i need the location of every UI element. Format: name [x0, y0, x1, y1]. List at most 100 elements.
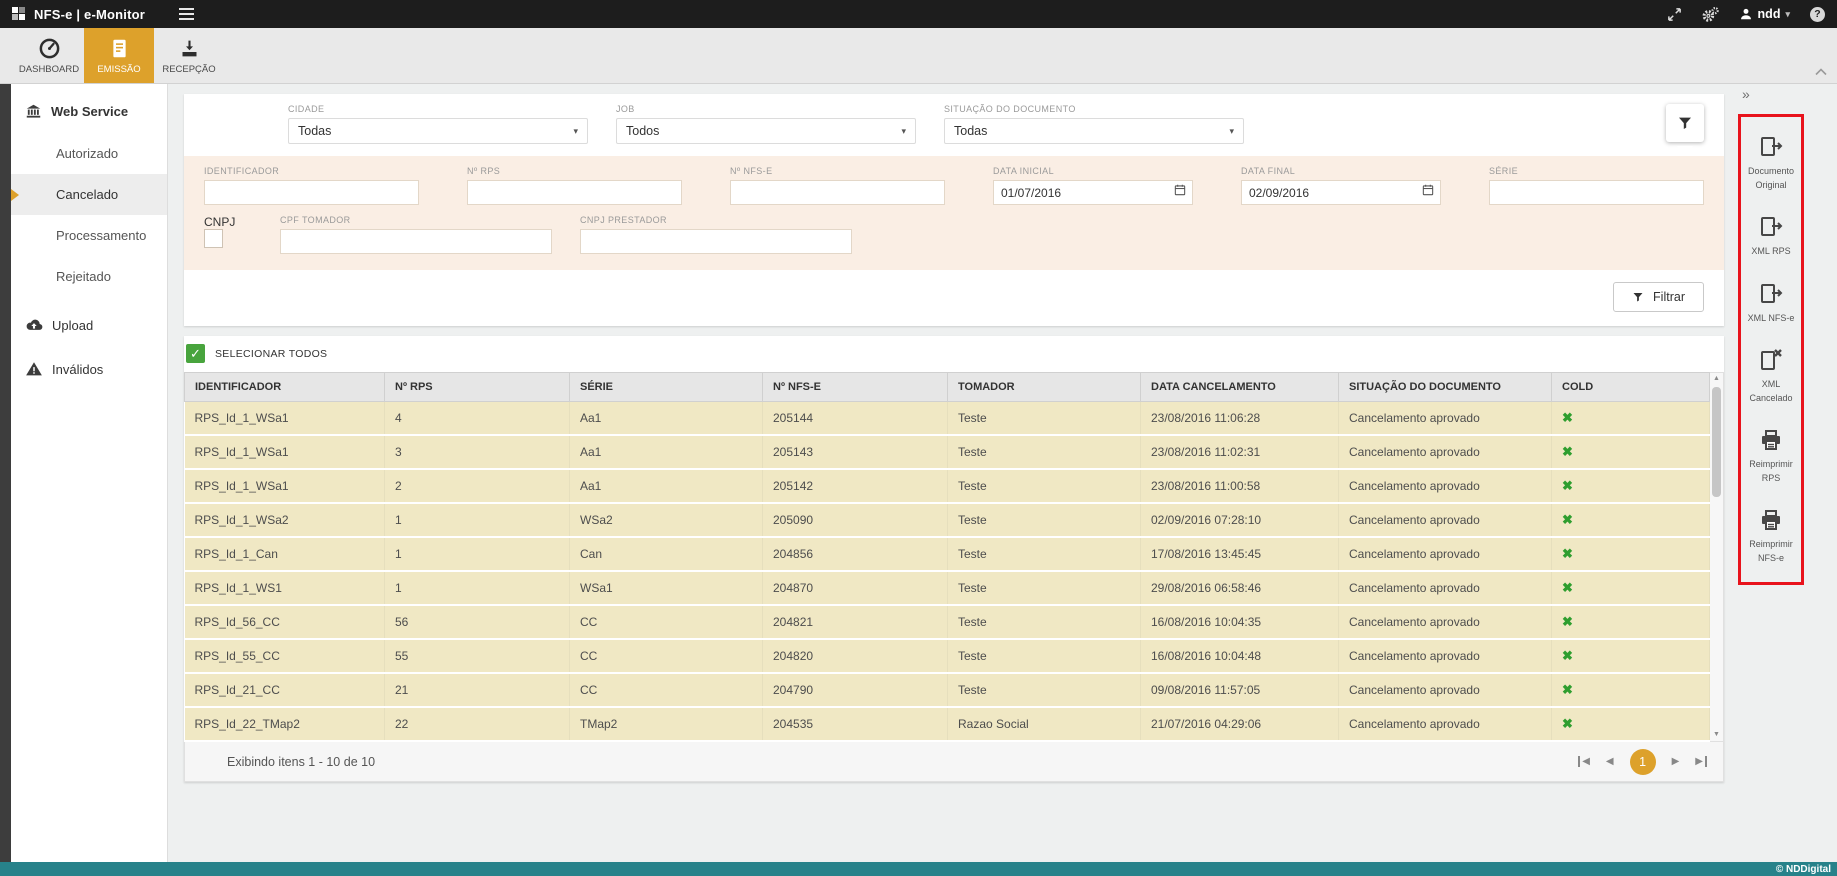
data-inicial-input[interactable]: [993, 180, 1193, 205]
column-header-nnfse[interactable]: Nº NFS-E: [763, 373, 948, 402]
table-row[interactable]: RPS_Id_1_WSa12Aa1205142Teste23/08/2016 1…: [185, 469, 1710, 503]
job-select[interactable]: JOB Todos▾: [616, 104, 916, 144]
collapse-strip-icon[interactable]: [1815, 65, 1827, 79]
table-row[interactable]: RPS_Id_1_WSa13Aa1205143Teste23/08/2016 1…: [185, 435, 1710, 469]
table-cell: Teste: [948, 673, 1141, 707]
last-page-button[interactable]: ▶: [1695, 756, 1707, 767]
cidade-select[interactable]: CIDADE Todas▾: [288, 104, 588, 144]
table-row[interactable]: RPS_Id_21_CC21CC204790Teste09/08/2016 11…: [185, 673, 1710, 707]
cpf-tomador-field: CPF TOMADOR: [280, 215, 552, 254]
cpf-tomador-input[interactable]: [280, 229, 552, 254]
table-cell: Cancelamento aprovado: [1339, 402, 1552, 436]
nnfse-input[interactable]: [730, 180, 945, 205]
table-cell: Teste: [948, 605, 1141, 639]
action-xml-nfse[interactable]: XML NFS-e: [1741, 270, 1801, 337]
select-all-checkbox[interactable]: ✓: [186, 344, 205, 363]
sidebar-item-web-service[interactable]: Web Service: [11, 90, 167, 133]
action-documento-original[interactable]: Documento Original: [1741, 123, 1801, 203]
action-xml-cancelado[interactable]: XML Cancelado: [1741, 336, 1801, 416]
table-cell: RPS_Id_21_CC: [185, 673, 385, 707]
printer-icon: [1758, 507, 1784, 533]
job-label: JOB: [616, 104, 916, 114]
sidebar-item-autorizado[interactable]: Autorizado: [11, 133, 167, 174]
cnpj-checkbox[interactable]: [204, 229, 223, 248]
table-cell: WSa1: [570, 571, 763, 605]
current-page-button[interactable]: 1: [1630, 749, 1656, 775]
results-count: Exibindo itens 1 - 10 de 10: [227, 755, 375, 769]
table-row[interactable]: RPS_Id_1_Can1Can204856Teste17/08/2016 13…: [185, 537, 1710, 571]
table-row[interactable]: RPS_Id_22_TMap222TMap2204535Razao Social…: [185, 707, 1710, 741]
cold-indicator: ✖: [1552, 673, 1710, 707]
cold-indicator: ✖: [1552, 537, 1710, 571]
sidebar-item-upload[interactable]: Upload: [11, 303, 167, 347]
tab-dashboard[interactable]: DASHBOARD: [14, 28, 84, 83]
export-document-icon: [1758, 214, 1785, 240]
job-value: Todos: [626, 124, 659, 138]
situacao-select[interactable]: SITUAÇÃO DO DOCUMENTO Todas▾: [944, 104, 1244, 144]
user-menu[interactable]: ndd ▾: [1739, 7, 1790, 21]
pagination: ◀ ◀ 1 ▶ ▶: [1578, 749, 1707, 775]
table-cell: 1: [385, 503, 570, 537]
action-xml-rps[interactable]: XML RPS: [1741, 203, 1801, 270]
action-reimprimir-nfse[interactable]: Reimprimir NFS-e: [1741, 496, 1801, 576]
actions-highlight-box: Documento Original XML RPS XML NFS-e XML…: [1738, 114, 1804, 585]
funnel-icon: [1677, 115, 1693, 131]
table-cell: 02/09/2016 07:28:10: [1141, 503, 1339, 537]
app-footer: © NDDigital: [0, 862, 1837, 876]
column-header-data-cancelamento[interactable]: DATA CANCELAMENTO: [1141, 373, 1339, 402]
table-cell: Aa1: [570, 435, 763, 469]
fullscreen-icon[interactable]: [1667, 7, 1682, 22]
rail-collapse-icon[interactable]: »: [1738, 86, 1750, 102]
tab-emissao[interactable]: EMISSÃO: [84, 28, 154, 83]
prev-page-button[interactable]: ◀: [1606, 756, 1614, 767]
cold-indicator: ✖: [1552, 469, 1710, 503]
first-page-button[interactable]: ◀: [1578, 756, 1590, 767]
cold-indicator: ✖: [1552, 435, 1710, 469]
table-cell: Cancelamento aprovado: [1339, 571, 1552, 605]
nrps-input[interactable]: [467, 180, 682, 205]
sidebar-item-cancelado[interactable]: Cancelado: [11, 174, 167, 215]
filtrar-button[interactable]: Filtrar: [1613, 282, 1704, 312]
scroll-down-icon[interactable]: ▼: [1713, 730, 1720, 740]
table-row[interactable]: RPS_Id_56_CC56CC204821Teste16/08/2016 10…: [185, 605, 1710, 639]
cnpj-prestador-input[interactable]: [580, 229, 852, 254]
column-header-identificador[interactable]: IDENTIFICADOR: [185, 373, 385, 402]
settings-gears-icon[interactable]: [1702, 6, 1719, 23]
results-panel: ✓ SELECIONAR TODOS IDENTIFICADOR Nº RPS …: [184, 336, 1724, 782]
sidebar-item-rejeitado[interactable]: Rejeitado: [11, 256, 167, 297]
table-row[interactable]: RPS_Id_1_WSa14Aa1205144Teste23/08/2016 1…: [185, 402, 1710, 436]
table-cell: Cancelamento aprovado: [1339, 673, 1552, 707]
column-header-tomador[interactable]: TOMADOR: [948, 373, 1141, 402]
tab-label: EMISSÃO: [97, 64, 140, 75]
table-cell: 205143: [763, 435, 948, 469]
scroll-thumb[interactable]: [1712, 387, 1721, 497]
identificador-input[interactable]: [204, 180, 419, 205]
table-cell: 2: [385, 469, 570, 503]
column-header-cold[interactable]: COLD: [1552, 373, 1710, 402]
filter-panel: CIDADE Todas▾ JOB Todos▾ SITUAÇÃO DO DOC…: [184, 94, 1724, 326]
table-row[interactable]: RPS_Id_55_CC55CC204820Teste16/08/2016 10…: [185, 639, 1710, 673]
table-cell: Can: [570, 537, 763, 571]
table-cell: 3: [385, 435, 570, 469]
scroll-up-icon[interactable]: ▲: [1713, 374, 1720, 384]
funnel-icon: [1632, 291, 1644, 303]
cnpj-prestador-field: CNPJ PRESTADOR: [580, 215, 852, 254]
filter-toggle-button[interactable]: [1666, 104, 1704, 142]
sidebar-item-invalidos[interactable]: Inválidos: [11, 347, 167, 391]
next-page-button[interactable]: ▶: [1672, 756, 1680, 767]
serie-input[interactable]: [1489, 180, 1704, 205]
help-icon[interactable]: ?: [1810, 7, 1825, 22]
table-cell: Cancelamento aprovado: [1339, 639, 1552, 673]
table-row[interactable]: RPS_Id_1_WSa21WSa2205090Teste02/09/2016 …: [185, 503, 1710, 537]
printer-icon: [1758, 427, 1784, 453]
column-header-situacao[interactable]: SITUAÇÃO DO DOCUMENTO: [1339, 373, 1552, 402]
data-final-input[interactable]: [1241, 180, 1441, 205]
column-header-nrps[interactable]: Nº RPS: [385, 373, 570, 402]
column-header-serie[interactable]: SÉRIE: [570, 373, 763, 402]
table-row[interactable]: RPS_Id_1_WS11WSa1204870Teste29/08/2016 0…: [185, 571, 1710, 605]
menu-toggle-icon[interactable]: [175, 4, 198, 25]
action-reimprimir-rps[interactable]: Reimprimir RPS: [1741, 416, 1801, 496]
tab-recepcao[interactable]: RECEPÇÃO: [154, 28, 224, 83]
table-scrollbar[interactable]: ▲ ▼: [1710, 372, 1724, 742]
sidebar-item-processamento[interactable]: Processamento: [11, 215, 167, 256]
